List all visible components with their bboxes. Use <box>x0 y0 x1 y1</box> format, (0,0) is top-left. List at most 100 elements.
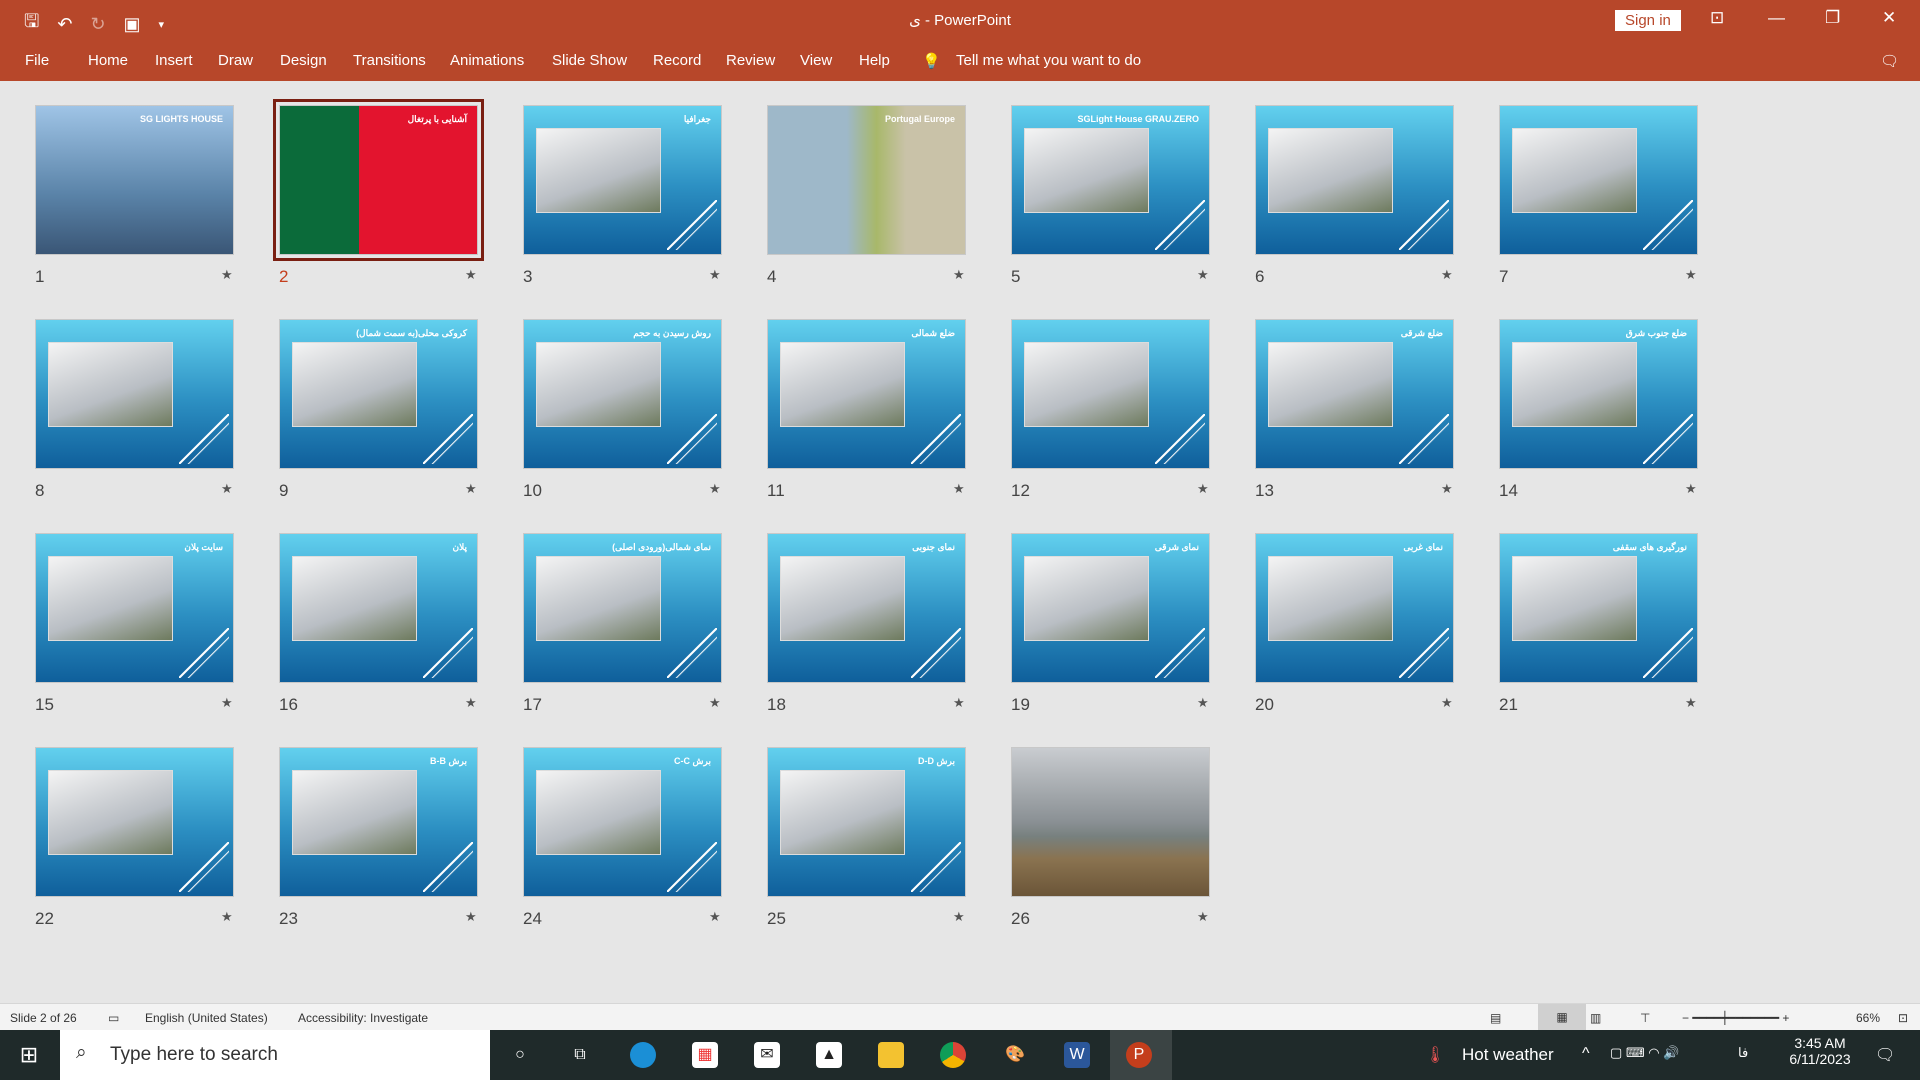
slide-thumbnail[interactable]: 7 ★ <box>1499 105 1743 319</box>
transition-star-icon[interactable]: ★ <box>1197 909 1209 925</box>
transition-star-icon[interactable]: ★ <box>953 909 965 925</box>
ribbon-display-icon[interactable]: ⊡ <box>1710 8 1724 28</box>
slide-thumbnail[interactable]: برش B-B 23 ★ <box>279 747 523 961</box>
transition-star-icon[interactable]: ★ <box>953 267 965 283</box>
thumbnail-canvas[interactable]: نمای شرقی <box>1011 533 1210 683</box>
windows-start-icon[interactable]: ⊞ <box>16 1042 42 1068</box>
transition-star-icon[interactable]: ★ <box>221 267 233 283</box>
slide-thumbnail[interactable]: برش D-D 25 ★ <box>767 747 1011 961</box>
tab-help[interactable]: Help <box>859 52 890 69</box>
thumbnail-canvas[interactable]: ضلع شمالی <box>767 319 966 469</box>
language-status[interactable]: English (United States) <box>145 1011 268 1025</box>
thumbnail-canvas[interactable]: SGLight House GRAU.ZERO <box>1011 105 1210 255</box>
thumbnail-canvas[interactable]: ضلع جنوب شرق <box>1499 319 1698 469</box>
slide-thumbnail[interactable]: نمای جنوبی 18 ★ <box>767 533 1011 747</box>
transition-star-icon[interactable]: ★ <box>1197 695 1209 711</box>
cortana-icon[interactable]: ○ <box>507 1042 533 1068</box>
transition-star-icon[interactable]: ★ <box>465 267 477 283</box>
transition-star-icon[interactable]: ★ <box>1441 267 1453 283</box>
tab-view[interactable]: View <box>800 52 832 69</box>
show-hidden-icons[interactable]: ^ <box>1582 1045 1590 1063</box>
tab-animations[interactable]: Animations <box>450 52 524 69</box>
close-button[interactable]: ✕ <box>1882 8 1896 28</box>
slide-show-view-icon[interactable]: ⊤ <box>1640 1011 1650 1025</box>
transition-star-icon[interactable]: ★ <box>953 695 965 711</box>
notes-check-icon[interactable]: ▭ <box>108 1011 119 1025</box>
slide-thumbnail[interactable]: 26 ★ <box>1011 747 1255 961</box>
thumbnail-canvas[interactable]: جغرافیا <box>523 105 722 255</box>
thumbnail-canvas[interactable]: برش C-C <box>523 747 722 897</box>
tab-design[interactable]: Design <box>280 52 327 69</box>
transition-star-icon[interactable]: ★ <box>1685 481 1697 497</box>
accessibility-status[interactable]: Accessibility: Investigate <box>298 1011 428 1025</box>
zoom-level[interactable]: 66% <box>1856 1011 1880 1025</box>
transition-star-icon[interactable]: ★ <box>1441 481 1453 497</box>
slide-thumbnail[interactable]: SGLight House GRAU.ZERO 5 ★ <box>1011 105 1255 319</box>
slide-thumbnail[interactable]: نمای غربی 20 ★ <box>1255 533 1499 747</box>
slide-thumbnail[interactable]: Portugal Europe 4 ★ <box>767 105 1011 319</box>
slide-thumbnail[interactable]: ضلع جنوب شرق 14 ★ <box>1499 319 1743 533</box>
store-icon[interactable]: ▦ <box>692 1042 718 1068</box>
tab-review[interactable]: Review <box>726 52 775 69</box>
slide-thumbnail[interactable]: نمای شمالی(ورودی اصلی) 17 ★ <box>523 533 767 747</box>
slide-thumbnail[interactable]: پلان 16 ★ <box>279 533 523 747</box>
taskbar-search[interactable]: ⌕ Type here to search <box>60 1030 490 1080</box>
transition-star-icon[interactable]: ★ <box>465 481 477 497</box>
thumbnail-canvas[interactable]: ضلع شرقی <box>1255 319 1454 469</box>
slide-thumbnail[interactable]: برش C-C 24 ★ <box>523 747 767 961</box>
transition-star-icon[interactable]: ★ <box>709 909 721 925</box>
task-view-icon[interactable]: ⧉ <box>567 1042 593 1068</box>
slide-thumbnail[interactable]: ضلع شمالی 11 ★ <box>767 319 1011 533</box>
paint-icon[interactable]: 🎨 <box>1002 1042 1028 1068</box>
transition-star-icon[interactable]: ★ <box>709 267 721 283</box>
tab-home[interactable]: Home <box>88 52 128 69</box>
thumbnail-canvas[interactable]: برش D-D <box>767 747 966 897</box>
thumbnail-canvas[interactable] <box>1499 105 1698 255</box>
mail-icon[interactable]: ✉ <box>754 1042 780 1068</box>
slide-thumbnail[interactable]: جغرافیا 3 ★ <box>523 105 767 319</box>
transition-star-icon[interactable]: ★ <box>1197 481 1209 497</box>
slide-thumbnail[interactable]: 22 ★ <box>35 747 279 961</box>
slide-thumbnail[interactable]: 12 ★ <box>1011 319 1255 533</box>
transition-star-icon[interactable]: ★ <box>1685 695 1697 711</box>
slide-thumbnail[interactable]: 6 ★ <box>1255 105 1499 319</box>
reading-view-icon[interactable]: ▥ <box>1590 1011 1601 1025</box>
clock[interactable]: 3:45 AM 6/11/2023 <box>1780 1035 1860 1067</box>
thumbnail-canvas[interactable]: سایت پلان <box>35 533 234 683</box>
transition-star-icon[interactable]: ★ <box>709 481 721 497</box>
normal-view-icon[interactable]: ▤ <box>1490 1011 1501 1025</box>
transition-star-icon[interactable]: ★ <box>953 481 965 497</box>
tab-transitions[interactable]: Transitions <box>353 52 426 69</box>
slide-thumbnail[interactable]: سایت پلان 15 ★ <box>35 533 279 747</box>
sign-in-button[interactable]: Sign in <box>1615 10 1681 31</box>
slide-thumbnail[interactable]: نورگیری های سقفی 21 ★ <box>1499 533 1743 747</box>
edge-icon[interactable] <box>630 1042 656 1068</box>
photos-icon[interactable]: ▲ <box>816 1042 842 1068</box>
tab-slide-show[interactable]: Slide Show <box>552 52 627 69</box>
slide-sorter-view-icon[interactable]: ▦ <box>1538 1004 1586 1030</box>
notifications-icon[interactable]: 🗨 <box>1875 1045 1895 1065</box>
chrome-icon[interactable] <box>940 1042 966 1068</box>
slide-thumbnail[interactable]: SG LIGHTS HOUSE 1 ★ <box>35 105 279 319</box>
transition-star-icon[interactable]: ★ <box>1441 695 1453 711</box>
thumbnail-canvas[interactable]: نمای جنوبی <box>767 533 966 683</box>
thumbnail-canvas[interactable]: آشنایی با پرتغال <box>273 99 484 261</box>
transition-star-icon[interactable]: ★ <box>465 909 477 925</box>
slide-thumbnail[interactable]: کروکی محلی(به سمت شمال) 9 ★ <box>279 319 523 533</box>
file-explorer-icon[interactable] <box>878 1042 904 1068</box>
restore-button[interactable]: ❐ <box>1825 8 1840 28</box>
tell-me-search[interactable]: Tell me what you want to do <box>956 52 1141 69</box>
powerpoint-icon[interactable]: P <box>1126 1042 1152 1068</box>
thumbnail-canvas[interactable] <box>35 747 234 897</box>
thumbnail-canvas[interactable]: نمای شمالی(ورودی اصلی) <box>523 533 722 683</box>
thumbnail-canvas[interactable]: نورگیری های سقفی <box>1499 533 1698 683</box>
thumbnail-canvas[interactable] <box>35 319 234 469</box>
thumbnail-canvas[interactable]: Portugal Europe <box>767 105 966 255</box>
thumbnail-canvas[interactable] <box>1011 319 1210 469</box>
transition-star-icon[interactable]: ★ <box>221 481 233 497</box>
tray-icons[interactable]: ▢ ⌨ ◠ 🔊 <box>1610 1045 1679 1061</box>
tab-file[interactable]: File <box>25 52 49 69</box>
transition-star-icon[interactable]: ★ <box>221 909 233 925</box>
transition-star-icon[interactable]: ★ <box>1197 267 1209 283</box>
tab-record[interactable]: Record <box>653 52 701 69</box>
